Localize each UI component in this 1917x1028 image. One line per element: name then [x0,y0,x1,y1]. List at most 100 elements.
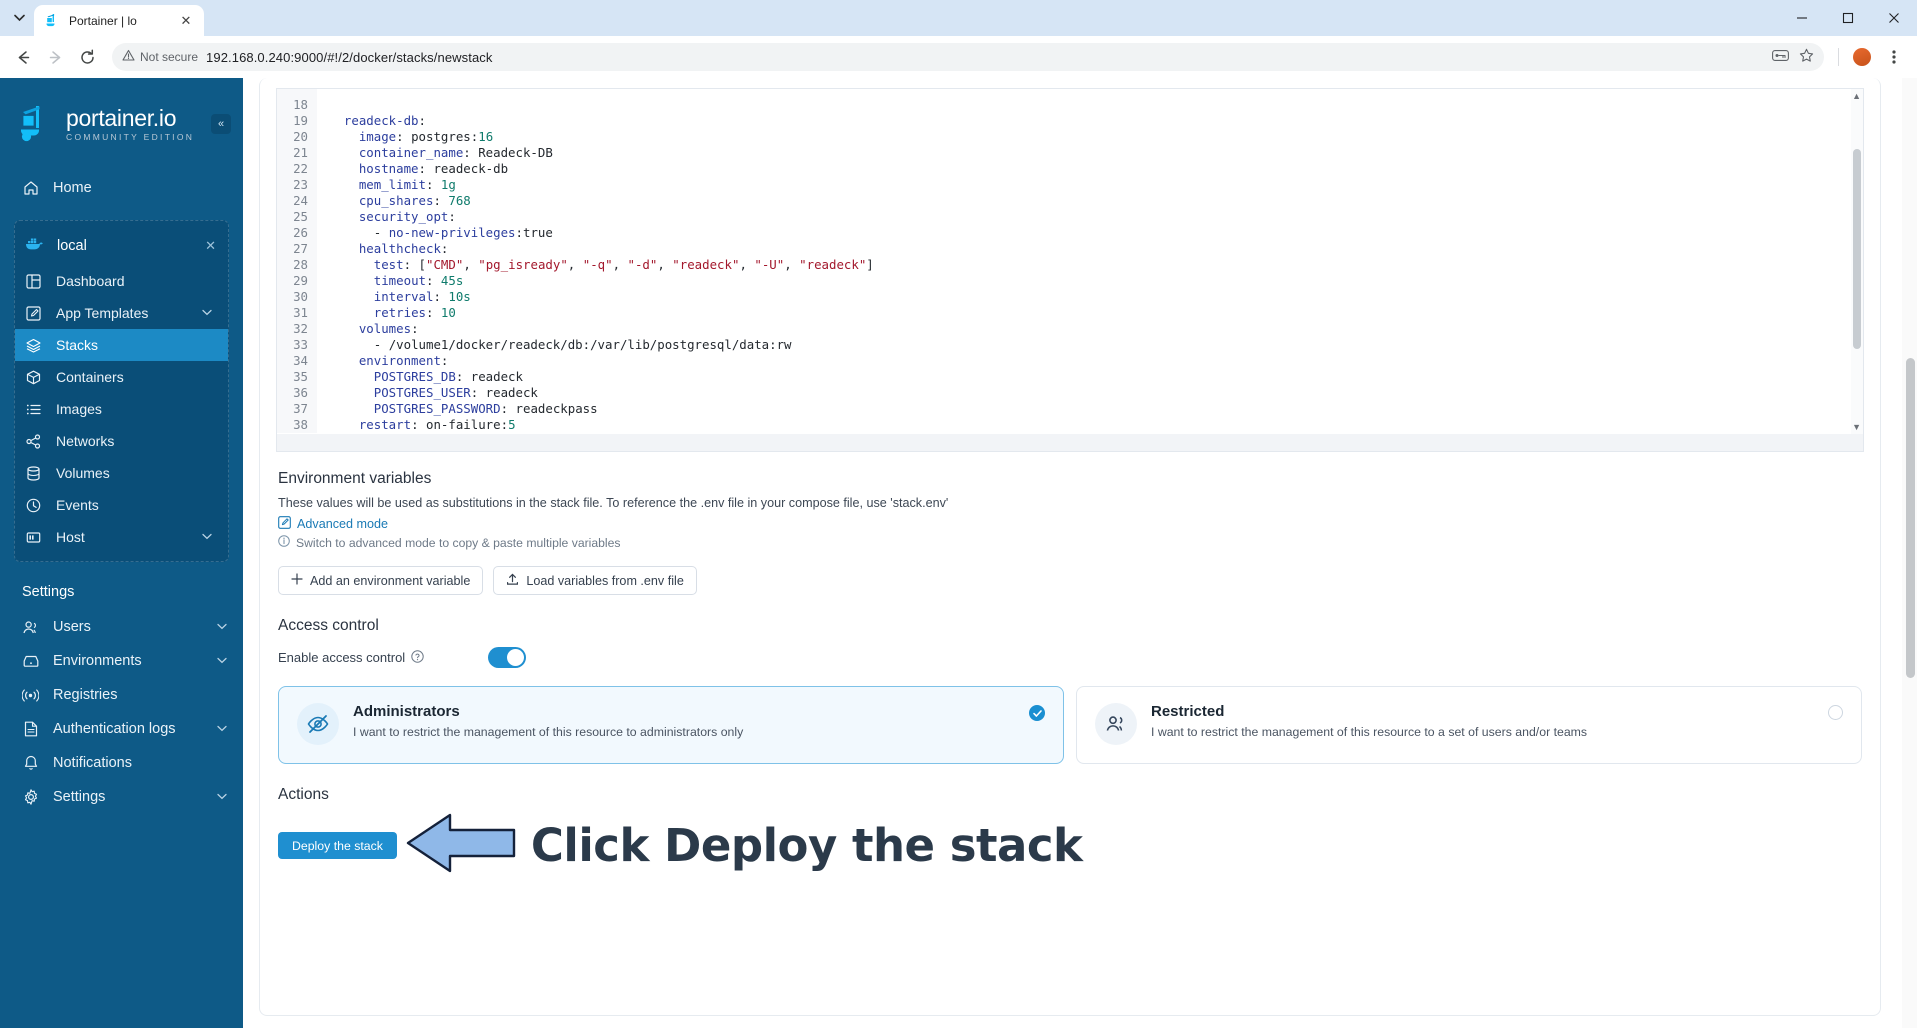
load-env-file-button[interactable]: Load variables from .env file [493,566,697,595]
sidebar-item-app-templates[interactable]: App Templates [15,297,228,329]
chevron-down-icon[interactable] [217,621,227,633]
editor-code-line[interactable]: cpu_shares: 768 [329,193,1863,209]
templates-icon [25,305,42,322]
editor-code-line[interactable]: readeck-db: [329,113,1863,129]
access-option-title: Administrators [353,703,460,720]
editor-code-line[interactable]: retries: 10 [329,305,1863,321]
sidebar-item-authentication-logs[interactable]: Authentication logs [0,712,243,746]
editor-scroll-down-icon[interactable]: ▼ [1852,422,1861,432]
editor-code-line[interactable]: POSTGRES_USER: readeck [329,385,1863,401]
chevron-down-icon[interactable] [217,655,227,667]
page-scrollbar-thumb[interactable] [1906,358,1915,678]
editor-line-number: 20 [293,129,308,144]
editor-code-line[interactable] [329,97,1863,113]
sidebar-item-environments[interactable]: Environments [0,644,243,678]
advanced-mode-link[interactable]: Advanced mode [278,516,1880,532]
sidebar-item-networks[interactable]: Networks [15,425,228,457]
window-close-icon[interactable] [1871,0,1917,36]
sidebar-item-dashboard[interactable]: Dashboard [15,265,228,297]
arrow-left-icon[interactable] [8,42,38,72]
sidebar-item-notifications[interactable]: Notifications [0,746,243,780]
page-scrollbar-track[interactable] [1902,78,1917,1028]
sidebar-item-volumes[interactable]: Volumes [15,457,228,489]
editor-line-number: 28 [293,257,308,272]
sidebar-item-settings[interactable]: Settings [0,780,243,814]
editor-code-line[interactable]: image: postgres:16 [329,129,1863,145]
editor-code-line[interactable]: security_opt: [329,209,1863,225]
omnibox-actions [1772,48,1814,66]
question-circle-icon[interactable] [411,649,424,666]
env-vars-hint-label: Switch to advanced mode to copy & paste … [296,535,621,550]
chevrons-left-icon[interactable]: « [211,114,231,134]
editor-code-line[interactable]: hostname: readeck-db [329,161,1863,177]
chevron-down-icon[interactable] [202,531,212,543]
kebab-menu-icon[interactable] [1879,42,1909,72]
editor-code-line[interactable]: POSTGRES_DB: readeck [329,369,1863,385]
sidebar-item-home[interactable]: Home [0,170,243,206]
sidebar-item-host[interactable]: Host [15,521,228,553]
sidebar-item-events[interactable]: Events [15,489,228,521]
editor-code-lines[interactable]: readeck-db: image: postgres:16 container… [317,89,1863,433]
address-bar[interactable]: Not secure 192.168.0.240:9000/#!/2/docke… [112,43,1824,71]
enable-access-control-toggle[interactable] [488,647,526,668]
access-option-text: Administrators I want to restrict the ma… [353,703,743,739]
editor-code-line[interactable]: container_name: Readeck-DB [329,145,1863,161]
editor-code-line[interactable]: POSTGRES_PASSWORD: readeckpass [329,401,1863,417]
sidebar-item-registries[interactable]: Registries [0,678,243,712]
access-control-toggle-row: Enable access control [278,647,1880,668]
sidebar-item-label: Users [53,619,91,635]
tab-strip: Portainer | lo ✕ [0,0,1917,36]
star-icon[interactable] [1799,48,1814,66]
stack-file-editor[interactable]: 18 19 20 21 22 23 24 25 26 27 28 29 30 31 32 33 34 35 36 37… [276,88,1864,434]
close-icon[interactable]: ✕ [178,13,194,29]
editor-code-line[interactable]: interval: 10s [329,289,1863,305]
users-group-icon [1095,703,1137,745]
sidebar-item-images[interactable]: Images [15,393,228,425]
profile-avatar[interactable] [1847,42,1877,72]
radio-empty-icon[interactable] [1828,705,1843,720]
bell-icon [22,755,39,772]
editor-code-line[interactable]: healthcheck: [329,241,1863,257]
access-option-restricted[interactable]: Restricted I want to restrict the manage… [1076,686,1862,764]
editor-code-line[interactable]: test: ["CMD", "pg_isready", "-q", "-d", … [329,257,1863,273]
sidebar-item-stacks[interactable]: Stacks [15,329,228,361]
editor-code-line[interactable]: - /volume1/docker/readeck/db:/var/lib/po… [329,337,1863,353]
access-option-administrators[interactable]: Administrators I want to restrict the ma… [278,686,1064,764]
security-indicator[interactable]: Not secure [122,49,198,65]
password-key-icon[interactable] [1772,49,1789,65]
sidebar-item-label: Registries [53,687,118,703]
editor-line-number: 34 [293,353,308,368]
add-env-variable-button[interactable]: Add an environment variable [278,566,484,595]
check-circle-icon[interactable] [1029,705,1045,721]
sidebar-environment-header[interactable]: local ✕ [15,227,228,265]
maximize-icon[interactable] [1825,0,1871,36]
editor-code-line[interactable]: restart: on-failure:5 [329,417,1863,433]
editor-code-line[interactable]: timeout: 45s [329,273,1863,289]
browser-tab[interactable]: Portainer | lo ✕ [34,5,204,36]
security-label: Not secure [140,50,199,64]
chevron-down-icon[interactable] [217,791,227,803]
editor-scroll-up-icon[interactable]: ▲ [1852,91,1861,101]
portainer-logo[interactable]: portainer.io COMMUNITY EDITION « [0,78,243,170]
images-list-icon [25,401,42,418]
chevron-down-icon[interactable] [202,307,212,319]
reload-icon[interactable] [72,42,102,72]
editor-scrollbar-thumb[interactable] [1853,149,1861,349]
minimize-icon[interactable] [1779,0,1825,36]
tab-title: Portainer | lo [69,13,137,28]
chevron-down-icon[interactable] [217,723,227,735]
sidebar-item-containers[interactable]: Containers [15,361,228,393]
deploy-the-stack-button[interactable]: Deploy the stack [278,832,397,859]
warning-triangle-icon [122,49,135,65]
editor-code-line[interactable]: mem_limit: 1g [329,177,1863,193]
tab-search-button[interactable] [4,4,34,32]
x-icon[interactable]: ✕ [205,238,216,254]
editor-code-line[interactable]: volumes: [329,321,1863,337]
arrow-right-icon[interactable] [40,42,70,72]
access-control-options: Administrators I want to restrict the ma… [278,686,1862,764]
editor-code-line[interactable]: - no-new-privileges:true [329,225,1863,241]
sidebar-item-users[interactable]: Users [0,610,243,644]
access-option-description: I want to restrict the management of thi… [353,725,744,739]
sidebar-item-label: Environments [53,653,142,669]
editor-code-line[interactable]: environment: [329,353,1863,369]
